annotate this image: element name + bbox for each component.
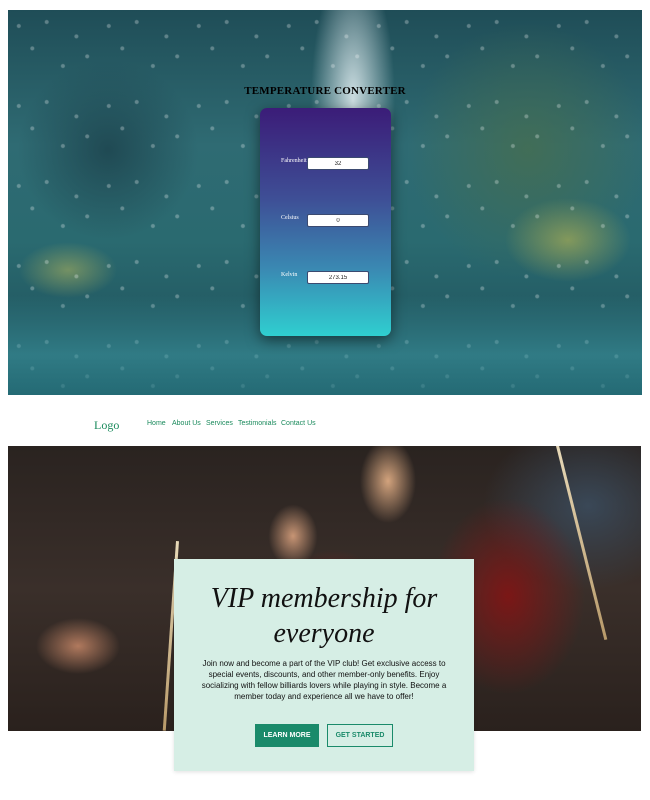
get-started-button[interactable]: GET STARTED xyxy=(327,724,393,747)
nav-link-testimonials[interactable]: Testimonials xyxy=(238,420,277,427)
nav-link-contact-us[interactable]: Contact Us xyxy=(281,420,316,427)
converter-title: TEMPERATURE CONVERTER xyxy=(244,85,406,97)
pool-cue-right xyxy=(556,446,608,641)
hero-description: Join now and become a part of the VIP cl… xyxy=(201,659,447,701)
hero-heading: VIP membership for everyone xyxy=(210,583,438,649)
hero-card: VIP membership for everyone Join now and… xyxy=(174,559,474,771)
kelvin-label: Kelvin xyxy=(281,272,298,278)
nav-link-services[interactable]: Services xyxy=(206,420,233,427)
logo[interactable]: Logo xyxy=(94,418,119,433)
fahrenheit-label: Fahrenheit xyxy=(281,158,307,164)
nav-link-about-us[interactable]: About Us xyxy=(172,420,201,427)
fahrenheit-input[interactable] xyxy=(307,157,369,170)
celsius-input[interactable] xyxy=(307,214,369,227)
nav-link-home[interactable]: Home xyxy=(147,420,166,427)
learn-more-button[interactable]: LEARN MORE xyxy=(255,724,319,747)
navbar: Logo Home About Us Services Testimonials… xyxy=(8,408,642,444)
celsius-label: Celsius xyxy=(281,215,299,221)
converter-card: Fahrenheit Celsius Kelvin xyxy=(260,108,391,336)
kelvin-input[interactable] xyxy=(307,271,369,284)
